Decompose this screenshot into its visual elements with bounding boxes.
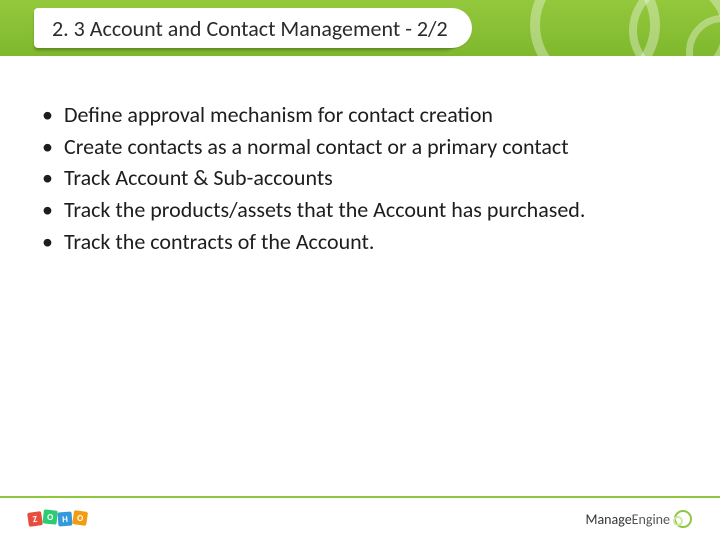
bullet-list: Define approval mechanism for contact cr… [36, 100, 660, 256]
zoho-letter: O [72, 510, 88, 526]
bullet-item: Create contacts as a normal contact or a… [36, 132, 660, 162]
slide-footer: Z O H O ManageEngine [0, 496, 720, 540]
zoho-logo: Z O H O [28, 512, 87, 526]
header-decoration [500, 0, 720, 56]
zoho-letter: H [58, 512, 73, 527]
bullet-item: Track the products/assets that the Accou… [36, 195, 660, 225]
bullet-item: Track the contracts of the Account. [36, 227, 660, 257]
slide-title: 2. 3 Account and Contact Management - 2/… [52, 15, 448, 42]
zoho-letter: Z [27, 511, 43, 527]
manageengine-logo: ManageEngine [585, 510, 692, 528]
manageengine-ring-icon [674, 510, 692, 528]
manageengine-text-bold: Manage [585, 511, 631, 528]
bullet-item: Track Account & Sub-accounts [36, 163, 660, 193]
manageengine-text-light: Engine [632, 511, 670, 528]
slide-header: 2. 3 Account and Contact Management - 2/… [0, 0, 720, 56]
bullet-item: Define approval mechanism for contact cr… [36, 100, 660, 130]
title-pill: 2. 3 Account and Contact Management - 2/… [34, 8, 472, 48]
slide-body: Define approval mechanism for contact cr… [36, 100, 660, 258]
manageengine-text: ManageEngine [585, 511, 670, 528]
zoho-letter: O [43, 509, 58, 524]
